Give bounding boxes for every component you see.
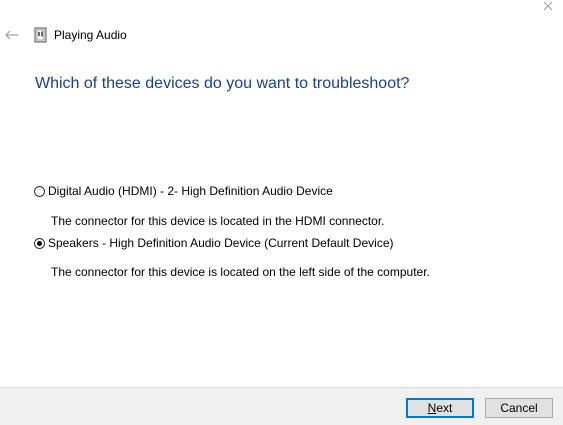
- device-option-hdmi[interactable]: Digital Audio (HDMI) - 2- High Definitio…: [34, 184, 333, 198]
- window-title: Playing Audio: [54, 28, 127, 42]
- device-option-hdmi-description: The connector for this device is located…: [51, 214, 385, 228]
- troubleshooter-window: Playing Audio Which of these devices do …: [0, 0, 563, 425]
- device-option-speakers[interactable]: Speakers - High Definition Audio Device …: [34, 236, 394, 250]
- back-arrow-icon: [5, 30, 18, 40]
- close-button[interactable]: [533, 0, 563, 14]
- device-option-speakers-label: Speakers - High Definition Audio Device …: [48, 236, 394, 250]
- troubleshooter-icon: [34, 27, 47, 43]
- button-bar: Next Cancel: [0, 387, 563, 425]
- close-icon: [543, 2, 553, 11]
- back-button[interactable]: [3, 26, 21, 44]
- device-option-hdmi-label: Digital Audio (HDMI) - 2- High Definitio…: [48, 184, 333, 198]
- page-heading: Which of these devices do you want to tr…: [35, 75, 410, 92]
- device-option-hdmi-radio[interactable]: [34, 185, 45, 197]
- device-option-speakers-description: The connector for this device is located…: [51, 265, 430, 279]
- next-button[interactable]: Next: [406, 398, 474, 418]
- next-button-label: ext: [436, 401, 453, 415]
- cancel-button[interactable]: Cancel: [485, 398, 553, 418]
- device-option-speakers-radio[interactable]: [34, 237, 45, 249]
